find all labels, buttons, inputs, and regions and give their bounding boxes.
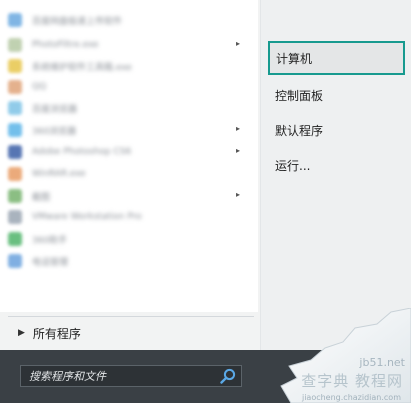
app-icon: [8, 80, 22, 94]
right-item-label: 计算机: [276, 51, 313, 66]
app-icon: [8, 167, 22, 181]
program-item[interactable]: 百度浏览器: [8, 98, 252, 118]
right-item-computer[interactable]: 计算机: [268, 41, 405, 75]
program-item[interactable]: 360助手: [8, 229, 252, 249]
triangle-right-icon: ▶: [18, 328, 25, 338]
right-item-label: 运行...: [275, 158, 311, 173]
program-label: QQ: [32, 82, 47, 92]
app-icon: [8, 101, 22, 115]
right-item-control-panel[interactable]: 控制面板: [271, 82, 401, 108]
program-item[interactable]: 电话管理: [8, 251, 252, 271]
app-icon: [8, 254, 22, 268]
program-item[interactable]: PhotoFiltre.exe ▸: [8, 35, 252, 55]
program-item[interactable]: WinRAR.exe: [8, 164, 252, 184]
program-item[interactable]: QQ: [8, 77, 252, 97]
program-label: 系统维护软件工具箱.exe: [32, 62, 132, 73]
app-icon: [8, 189, 22, 203]
program-label: WinRAR.exe: [32, 169, 86, 179]
right-item-default-programs[interactable]: 默认程序: [271, 117, 401, 143]
submenu-arrow-icon[interactable]: ▸: [236, 39, 240, 48]
all-programs-label: 所有程序: [32, 326, 81, 341]
program-item[interactable]: VMware Workstation Pro: [8, 207, 252, 227]
search-box[interactable]: [20, 365, 242, 387]
app-icon: [8, 210, 22, 224]
submenu-arrow-icon[interactable]: ▸: [236, 124, 240, 133]
program-label: VMware Workstation Pro: [32, 212, 142, 222]
program-list: 百度网盘极速上传软件 PhotoFiltre.exe ▸ 系统维护软件工具箱.exe Q…: [0, 0, 258, 312]
program-label: 百度浏览器: [32, 104, 78, 115]
start-menu: 百度网盘极速上传软件 PhotoFiltre.exe ▸ 系统维护软件工具箱.exe Q…: [0, 0, 411, 403]
program-item[interactable]: 系统维护软件工具箱.exe: [8, 56, 252, 76]
submenu-arrow-icon[interactable]: ▸: [236, 190, 240, 199]
app-icon: [8, 123, 22, 137]
app-icon: [8, 145, 22, 159]
watermark-site: jb51.net: [359, 356, 405, 369]
watermark-url: jiaocheng.chazidian.com: [301, 393, 401, 402]
program-label: 360助手: [32, 235, 68, 246]
app-icon: [8, 38, 22, 52]
program-label: PhotoFiltre.exe: [32, 40, 99, 50]
app-icon: [8, 59, 22, 73]
program-item[interactable]: Adobe Photoshop CS6 ▸: [8, 142, 252, 162]
submenu-arrow-icon[interactable]: ▸: [236, 146, 240, 155]
right-item-label: 控制面板: [275, 88, 324, 103]
program-item[interactable]: 百度网盘极速上传软件: [8, 10, 252, 30]
right-item-run[interactable]: 运行...: [271, 152, 401, 178]
right-panel: 计算机 控制面板 默认程序 运行...: [260, 0, 411, 350]
search-input[interactable]: [21, 365, 219, 387]
divider: [8, 316, 254, 317]
app-icon: [8, 13, 22, 27]
watermark-cn: 查字典 教程网: [301, 372, 403, 390]
program-label: Adobe Photoshop CS6: [32, 147, 132, 157]
program-label: 截图: [32, 192, 51, 203]
program-item[interactable]: 截图 ▸: [8, 186, 252, 206]
right-item-label: 默认程序: [275, 123, 324, 138]
search-icon[interactable]: [219, 367, 237, 385]
program-label: 360浏览器: [32, 126, 77, 137]
app-icon: [8, 232, 22, 246]
program-item[interactable]: 360浏览器 ▸: [8, 120, 252, 140]
all-programs-button[interactable]: ▶ 所有程序: [18, 323, 248, 343]
program-label: 百度网盘极速上传软件: [32, 16, 123, 27]
program-label: 电话管理: [32, 257, 69, 268]
